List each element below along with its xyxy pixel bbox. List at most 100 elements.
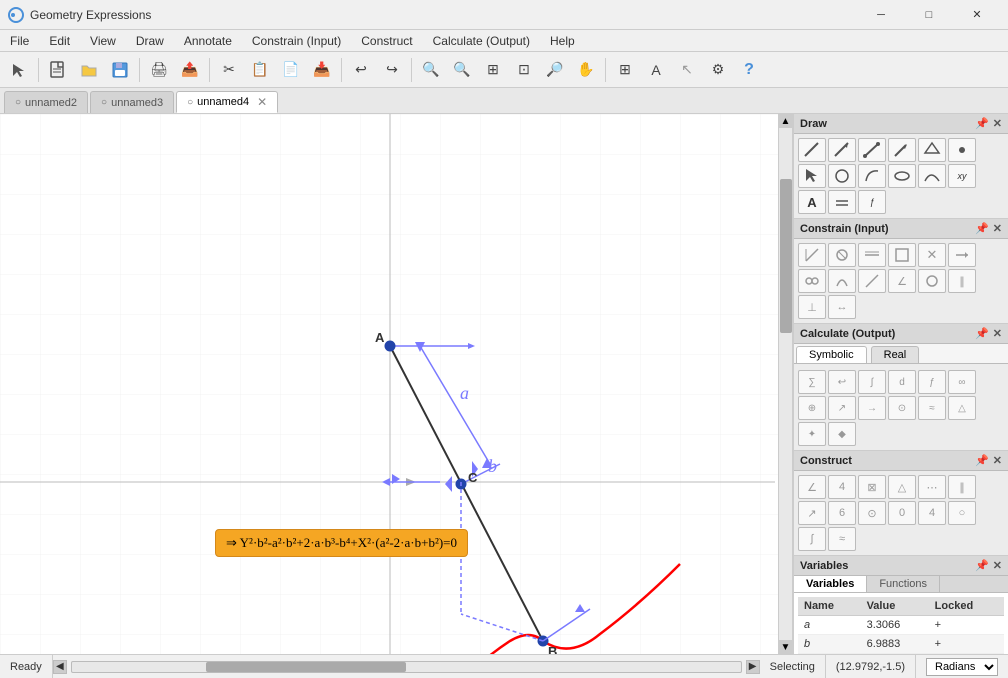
pan-button[interactable]: ✋ [571, 55, 601, 85]
scroll-thumb-v[interactable] [780, 179, 792, 333]
draw-segment-button[interactable] [858, 138, 886, 162]
new-button[interactable] [43, 55, 73, 85]
calc-1[interactable]: ∑ [798, 370, 826, 394]
menu-annotate[interactable]: Annotate [174, 30, 242, 51]
construct-7[interactable]: ↗ [798, 501, 826, 525]
draw-xy-button[interactable]: xy [948, 164, 976, 188]
construct-14[interactable]: ≈ [828, 527, 856, 551]
calc-7[interactable]: ⊕ [798, 396, 826, 420]
menu-draw[interactable]: Draw [126, 30, 174, 51]
constrain-5[interactable]: ✕ [918, 243, 946, 267]
construct-6[interactable]: ∥ [948, 475, 976, 499]
constrain-3[interactable] [858, 243, 886, 267]
draw-arc-button[interactable] [858, 164, 886, 188]
save-button[interactable] [105, 55, 135, 85]
constrain-panel-pin[interactable]: 📌 [975, 222, 989, 235]
calc-6[interactable]: ∞ [948, 370, 976, 394]
export-button[interactable]: 📤 [175, 55, 205, 85]
tab-unnamed3[interactable]: ○ unnamed3 [90, 91, 174, 113]
angle-unit-select[interactable]: Radians Degrees [926, 658, 998, 676]
draw-function-button[interactable] [918, 164, 946, 188]
tab-unnamed2[interactable]: ○ unnamed2 [4, 91, 88, 113]
horizontal-scrollbar[interactable] [71, 661, 742, 673]
canvas-area[interactable]: a b A C B ⇒ Y [0, 114, 793, 654]
draw-text-button[interactable]: A [798, 190, 826, 214]
calc-tab-real[interactable]: Real [871, 346, 920, 363]
maximize-button[interactable]: □ [906, 0, 952, 30]
construct-11[interactable]: 4 [918, 501, 946, 525]
menu-constrain[interactable]: Constrain (Input) [242, 30, 351, 51]
construct-9[interactable]: ⊙ [858, 501, 886, 525]
grid-button[interactable]: ⊞ [610, 55, 640, 85]
select-tool-button[interactable] [4, 55, 34, 85]
help-button[interactable]: ? [734, 55, 764, 85]
constrain-14[interactable]: ↔ [828, 295, 856, 319]
undo-button[interactable]: ↩ [346, 55, 376, 85]
zoom-rect-button[interactable]: ⊡ [509, 55, 539, 85]
calc-14[interactable]: ◆ [828, 422, 856, 446]
constrain-11[interactable] [918, 269, 946, 293]
constrain-9[interactable] [858, 269, 886, 293]
calc-2[interactable]: ↩ [828, 370, 856, 394]
snap-button[interactable]: A [641, 55, 671, 85]
copy-button[interactable]: 📋 [245, 55, 275, 85]
close-button[interactable]: ✕ [954, 0, 1000, 30]
menu-construct[interactable]: Construct [351, 30, 422, 51]
construct-1[interactable]: ∠ [798, 475, 826, 499]
draw-panel-close[interactable]: ✕ [993, 117, 1002, 130]
vars-tab-variables[interactable]: Variables [794, 576, 867, 592]
paste-button[interactable]: 📄 [276, 55, 306, 85]
constrain-10[interactable]: ∠ [888, 269, 916, 293]
calc-12[interactable]: △ [948, 396, 976, 420]
calc-13[interactable]: ✦ [798, 422, 826, 446]
construct-2[interactable]: 4 [828, 475, 856, 499]
calculate-panel-close[interactable]: ✕ [993, 327, 1002, 340]
scroll-left-button[interactable]: ◀ [53, 660, 67, 674]
construct-3[interactable]: ⊠ [858, 475, 886, 499]
construct-5[interactable]: ⋯ [918, 475, 946, 499]
scroll-right-button[interactable]: ▶ [746, 660, 760, 674]
zoom-fit-button[interactable]: ⊞ [478, 55, 508, 85]
calculate-panel-pin[interactable]: 📌 [975, 327, 989, 340]
draw-select-button[interactable] [798, 164, 826, 188]
calc-4[interactable]: d [888, 370, 916, 394]
vars-tab-functions[interactable]: Functions [867, 576, 940, 592]
draw-ellipse-button[interactable] [888, 164, 916, 188]
var-locked[interactable]: + [929, 635, 1004, 654]
draw-parametric-button[interactable]: ƒ [858, 190, 886, 214]
scroll-down-button[interactable]: ▼ [779, 640, 793, 654]
tab-close-unnamed4[interactable]: ✕ [257, 95, 267, 109]
zoom-prev-button[interactable]: 🔎 [540, 55, 570, 85]
calc-8[interactable]: ↗ [828, 396, 856, 420]
calc-tab-symbolic[interactable]: Symbolic [796, 346, 867, 363]
constrain-panel-close[interactable]: ✕ [993, 222, 1002, 235]
import-button[interactable]: 📥 [307, 55, 337, 85]
construct-8[interactable]: 6 [828, 501, 856, 525]
horizontal-scrollbar-container[interactable]: ◀ ▶ [53, 655, 760, 678]
draw-point-button[interactable] [948, 138, 976, 162]
cut-button[interactable]: ✂ [214, 55, 244, 85]
var-locked[interactable]: - [929, 654, 1004, 655]
zoom-out-button[interactable]: 🔍 [447, 55, 477, 85]
calc-5[interactable]: ƒ [918, 370, 946, 394]
draw-line-button[interactable] [798, 138, 826, 162]
construct-10[interactable]: 0 [888, 501, 916, 525]
animate-button[interactable]: ⚙ [703, 55, 733, 85]
tab-unnamed4[interactable]: ○ unnamed4 ✕ [176, 91, 278, 113]
variables-panel-pin[interactable]: 📌 [975, 559, 989, 572]
variables-panel-close[interactable]: ✕ [993, 559, 1002, 572]
var-locked[interactable]: + [929, 616, 1004, 635]
scroll-track-v[interactable] [779, 128, 793, 640]
menu-help[interactable]: Help [540, 30, 585, 51]
calc-10[interactable]: ⊙ [888, 396, 916, 420]
construct-4[interactable]: △ [888, 475, 916, 499]
menu-file[interactable]: File [0, 30, 39, 51]
construct-panel-pin[interactable]: 📌 [975, 454, 989, 467]
constrain-6[interactable] [948, 243, 976, 267]
draw-equation-button[interactable] [828, 190, 856, 214]
constrain-4[interactable] [888, 243, 916, 267]
constrain-7[interactable] [798, 269, 826, 293]
open-button[interactable] [74, 55, 104, 85]
draw-vector-button[interactable] [888, 138, 916, 162]
construct-13[interactable]: ∫ [798, 527, 826, 551]
